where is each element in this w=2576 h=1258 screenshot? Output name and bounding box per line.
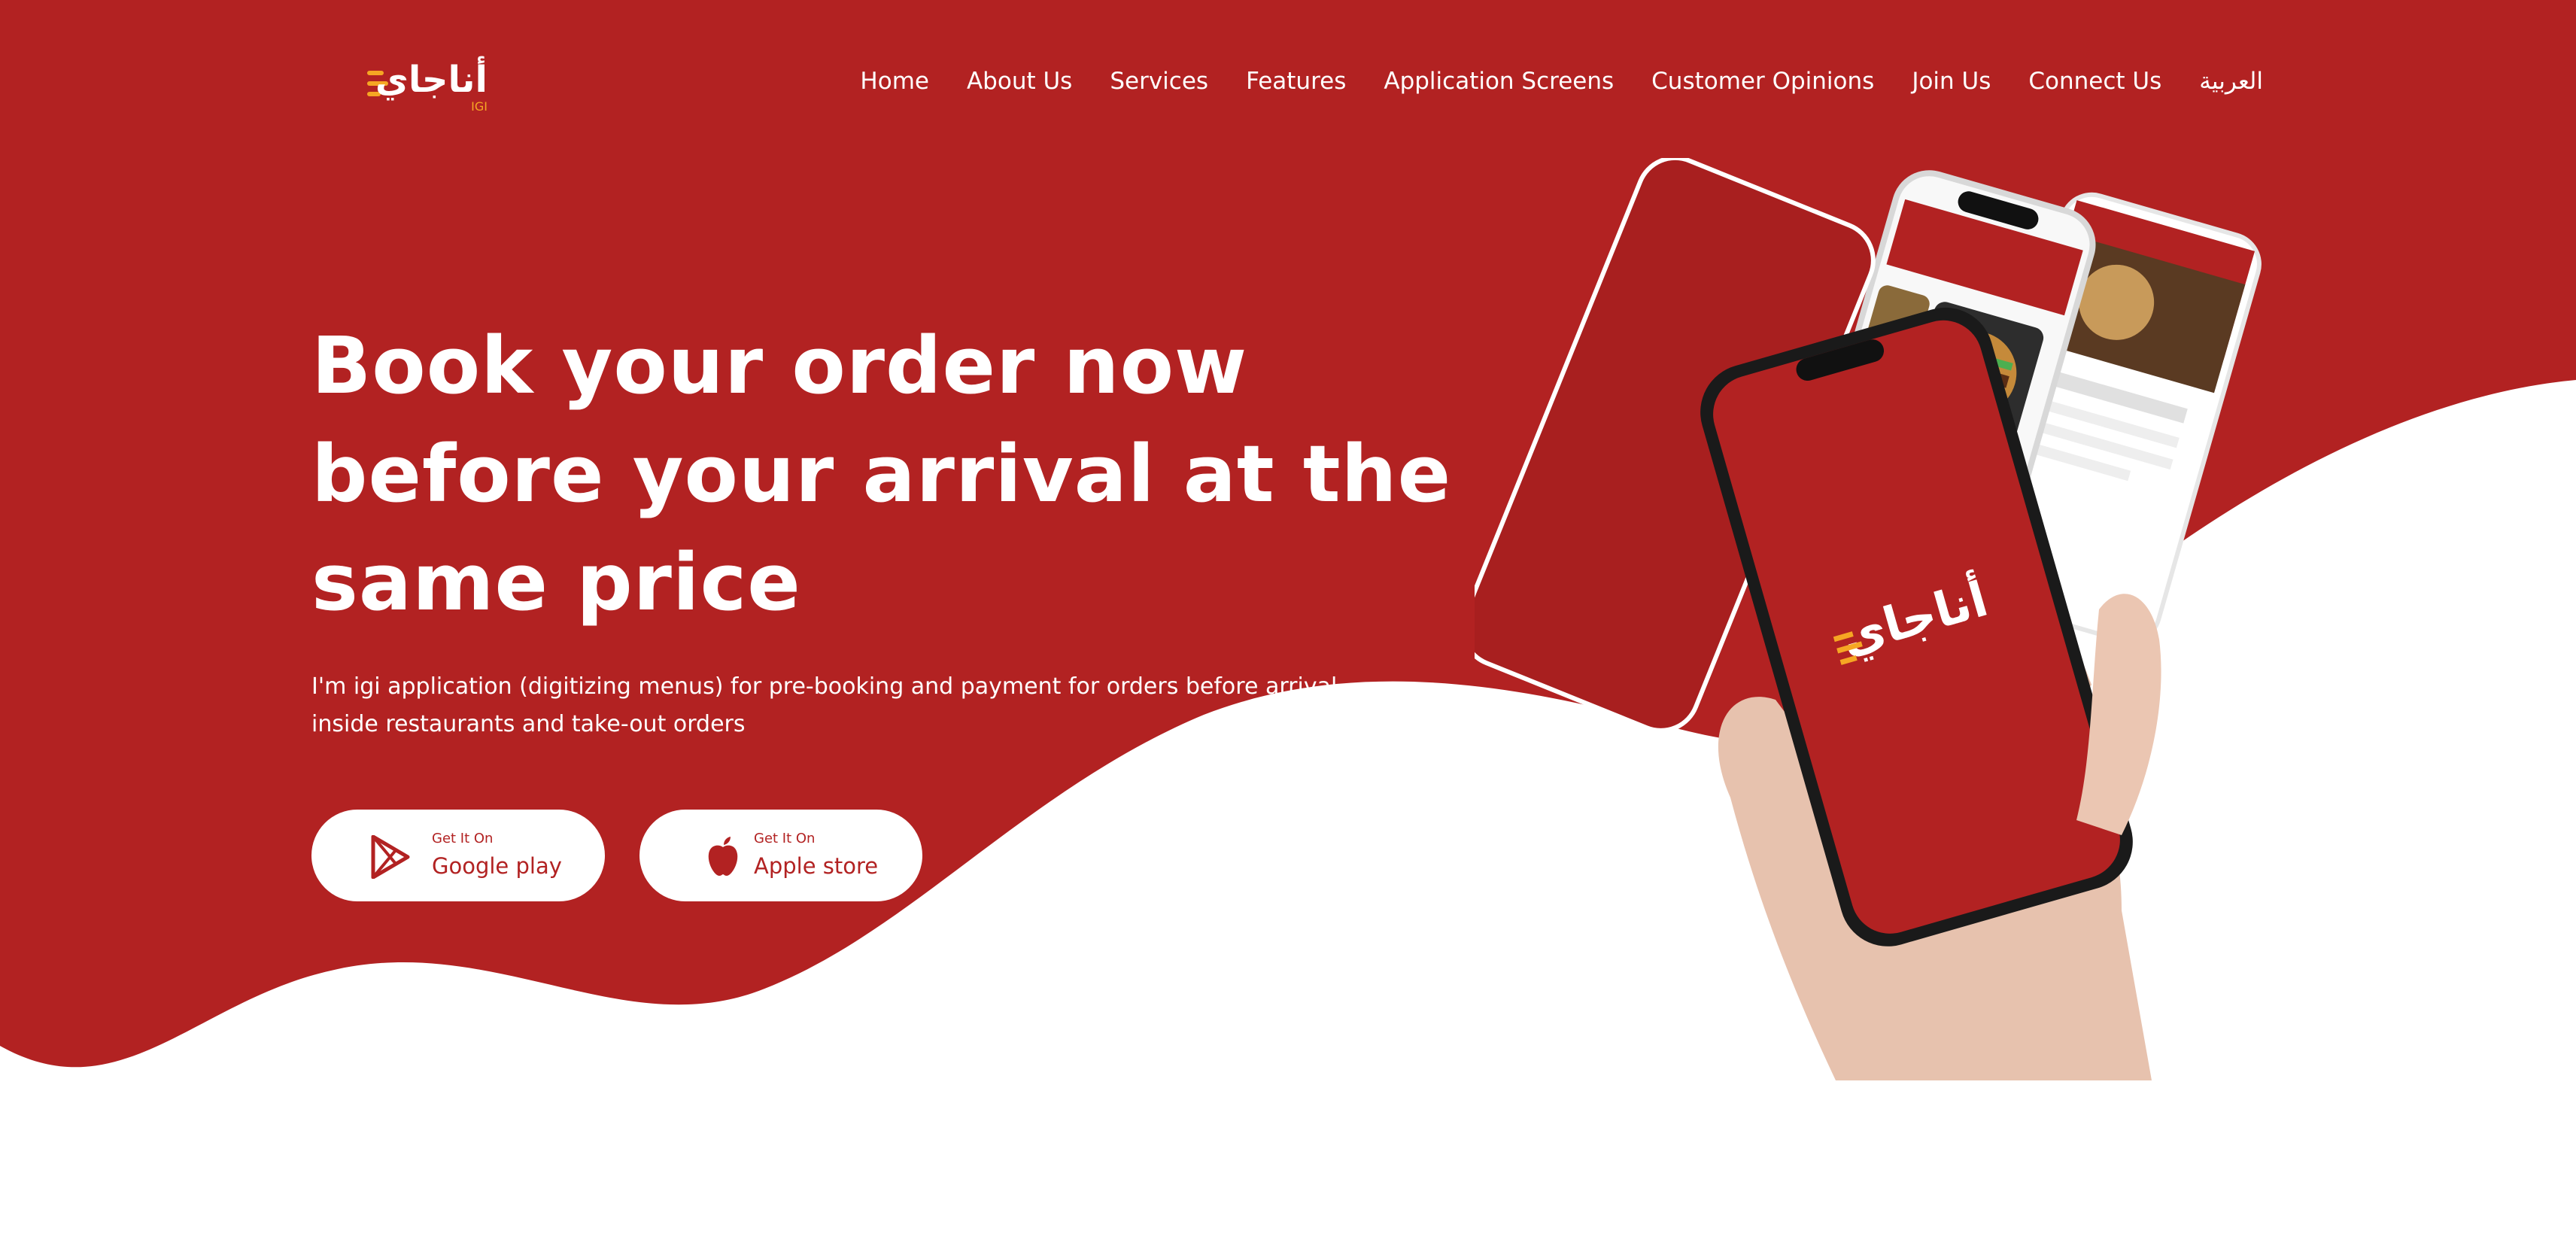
- nav-about-us[interactable]: About Us: [967, 68, 1072, 95]
- nav-join-us[interactable]: Join Us: [1912, 68, 1991, 95]
- hero-description: I'm igi application (digitizing menus) f…: [311, 673, 1338, 737]
- apple-icon: [708, 837, 738, 876]
- nav-features[interactable]: Features: [1246, 68, 1346, 95]
- navbar: أناجاي IGI Home About Us Services Featur…: [0, 0, 2576, 163]
- apple-store-button[interactable]: Get It On Apple store: [639, 810, 922, 901]
- nav-application-screens[interactable]: Application Screens: [1384, 68, 1614, 95]
- google-play-icon: [371, 835, 410, 879]
- app-phones-illustration: أناجاي: [1475, 158, 2262, 1080]
- nav-customer-opinions[interactable]: Customer Opinions: [1651, 68, 1874, 95]
- google-play-label: Google play: [432, 853, 562, 879]
- google-play-button[interactable]: Get It On Google play: [311, 810, 605, 901]
- apple-store-label: Apple store: [754, 853, 879, 879]
- logo-subtext: IGI: [471, 99, 488, 114]
- nav-language-arabic[interactable]: العربية: [2199, 68, 2263, 95]
- hero-title: Book your order now before your arrival …: [311, 320, 1452, 628]
- main-nav: Home About Us Services Features Applicat…: [860, 63, 2263, 99]
- google-play-small-label: Get It On: [432, 831, 494, 846]
- nav-home[interactable]: Home: [860, 68, 929, 95]
- nav-connect-us[interactable]: Connect Us: [2028, 68, 2161, 95]
- brand-logo[interactable]: أناجاي IGI: [367, 60, 488, 114]
- nav-services[interactable]: Services: [1110, 68, 1208, 95]
- logo-wordmark: أناجاي: [375, 59, 488, 101]
- apple-store-small-label: Get It On: [754, 831, 816, 846]
